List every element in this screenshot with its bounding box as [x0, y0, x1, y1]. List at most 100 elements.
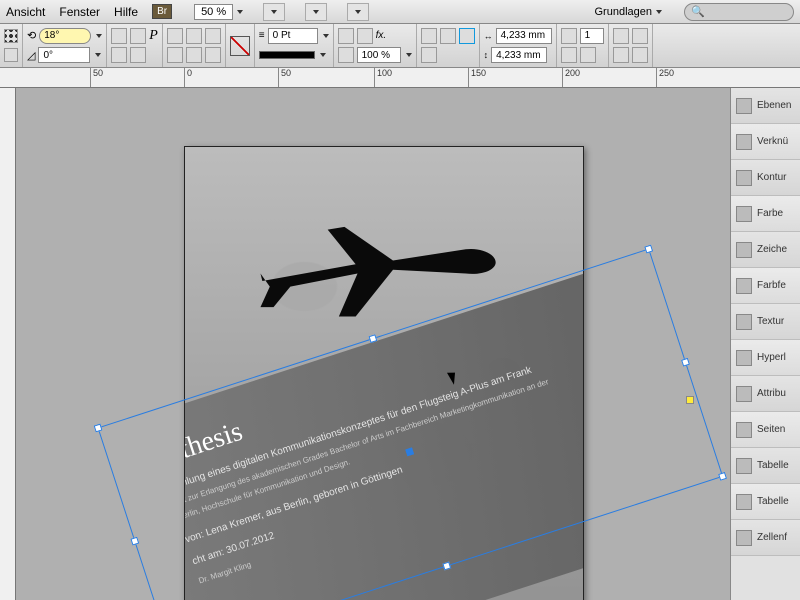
panel-label: Ebenen: [757, 100, 791, 111]
wrap-icon[interactable]: [421, 28, 437, 44]
opacity-group: fx. 100 %: [334, 24, 417, 67]
workspace-switcher[interactable]: Grundlagen: [595, 6, 663, 18]
menubar: Ansicht Fenster Hilfe Br 50 % Grundlagen…: [0, 0, 800, 24]
search-icon: 🔍: [691, 5, 705, 18]
panel-hyperlinks[interactable]: Hyperl: [731, 340, 800, 376]
ruler-tick: 200: [562, 68, 580, 88]
p-icon[interactable]: P: [149, 28, 158, 44]
rotate-cw-icon[interactable]: [111, 28, 127, 44]
panel-textur[interactable]: Textur: [731, 304, 800, 340]
opacity-input[interactable]: 100 %: [357, 47, 401, 63]
shear-input[interactable]: 0°: [38, 47, 90, 63]
stroke-weight-input[interactable]: 0 Pt: [268, 28, 318, 44]
panel-attribute[interactable]: Attribu: [731, 376, 800, 412]
panel-label: Tabelle: [757, 460, 789, 471]
fx-label[interactable]: fx.: [376, 30, 387, 41]
panel-zeichen[interactable]: Zeiche: [731, 232, 800, 268]
selection-handle[interactable]: [718, 472, 727, 481]
zoom-value[interactable]: 50 %: [194, 4, 233, 20]
columns-input[interactable]: 1: [580, 28, 604, 44]
arrange-icon[interactable]: [347, 3, 369, 21]
document-page[interactable]: orthesis pfehlung eines digitalen Kommun…: [184, 146, 584, 600]
cols-icon[interactable]: [561, 47, 577, 63]
vertical-ruler[interactable]: [0, 88, 16, 600]
canvas[interactable]: orthesis pfehlung eines digitalen Kommun…: [16, 88, 730, 600]
zoom-control[interactable]: 50 %: [194, 4, 243, 20]
wrap-icon[interactable]: [421, 47, 437, 63]
rotation-input[interactable]: 18°: [39, 28, 91, 44]
screen-mode-icon[interactable]: [305, 3, 327, 21]
chevron-down-icon[interactable]: [323, 34, 329, 38]
right-panel-dock: Ebenen Verknü Kontur Farbe Zeiche Farbfe…: [730, 88, 800, 600]
panel-farbe[interactable]: Farbe: [731, 196, 800, 232]
chevron-down-icon[interactable]: [406, 53, 412, 57]
menu-view[interactable]: Ansicht: [6, 5, 45, 19]
ref-point-icon[interactable]: [4, 48, 18, 62]
texture-icon: [736, 314, 752, 330]
links-icon: [736, 134, 752, 150]
menu-help[interactable]: Hilfe: [114, 5, 138, 19]
ref-point-icon[interactable]: [4, 29, 18, 43]
crop-icon[interactable]: [459, 28, 475, 44]
panel-zellen[interactable]: Zellenf: [731, 520, 800, 556]
table-icon: [736, 494, 752, 510]
fx-icon[interactable]: [338, 28, 354, 44]
selection-handle[interactable]: [94, 424, 103, 433]
align-icon[interactable]: [205, 47, 221, 63]
bridge-badge[interactable]: Br: [152, 4, 172, 19]
flip-v-icon[interactable]: [130, 47, 146, 63]
ruler-tick: 50: [90, 68, 103, 88]
drop-shadow-icon[interactable]: [357, 28, 373, 44]
panel-tabelle[interactable]: Tabelle: [731, 448, 800, 484]
extra-icon[interactable]: [632, 28, 648, 44]
no-stroke-icon[interactable]: [230, 36, 250, 56]
pages-icon: [736, 422, 752, 438]
hyperlink-icon: [736, 350, 752, 366]
width-input[interactable]: 4,233 mm: [496, 28, 552, 44]
ruler-tick: 0: [184, 68, 192, 88]
selection-handle[interactable]: [130, 537, 139, 546]
panel-label: Zellenf: [757, 532, 787, 543]
table-icon: [736, 458, 752, 474]
chevron-down-icon: [656, 10, 662, 14]
view-mode-icon[interactable]: [263, 3, 285, 21]
panel-verknuepfungen[interactable]: Verknü: [731, 124, 800, 160]
chevron-down-icon[interactable]: [96, 34, 102, 38]
extra-icon[interactable]: [613, 28, 629, 44]
wrap-icon[interactable]: [440, 28, 456, 44]
panel-seiten[interactable]: Seiten: [731, 412, 800, 448]
panel-kontur[interactable]: Kontur: [731, 160, 800, 196]
horizontal-ruler[interactable]: 50 0 50 100 150 200 250: [0, 68, 800, 88]
menu-window[interactable]: Fenster: [59, 5, 100, 19]
align-icon[interactable]: [167, 47, 183, 63]
weight-group: ≡ 0 Pt: [255, 24, 334, 67]
selection-handle[interactable]: [644, 245, 653, 254]
panel-ebenen[interactable]: Ebenen: [731, 88, 800, 124]
align-icon[interactable]: [167, 28, 183, 44]
w-icon: ↔: [484, 31, 493, 41]
chevron-down-icon[interactable]: [320, 53, 326, 57]
chevron-down-icon[interactable]: [237, 10, 243, 14]
panel-label: Seiten: [757, 424, 785, 435]
align-icon[interactable]: [186, 47, 202, 63]
chevron-down-icon[interactable]: [95, 53, 101, 57]
flip-h-icon[interactable]: [111, 47, 127, 63]
cols-icon[interactable]: [561, 28, 577, 44]
panel-label: Farbfe: [757, 280, 786, 291]
search-input[interactable]: 🔍: [684, 3, 794, 21]
extras-group: [609, 24, 653, 67]
cols-icon[interactable]: [580, 47, 596, 63]
selection-handle[interactable]: [681, 358, 690, 367]
extra-icon[interactable]: [613, 47, 629, 63]
stroke-style-swatch[interactable]: [259, 51, 315, 59]
ruler-tick: 250: [656, 68, 674, 88]
rotation-handle[interactable]: [686, 396, 694, 404]
height-input[interactable]: 4,233 mm: [491, 47, 547, 63]
ruler-tick: 50: [278, 68, 291, 88]
panel-tabelle-2[interactable]: Tabelle: [731, 484, 800, 520]
panel-farbfelder[interactable]: Farbfe: [731, 268, 800, 304]
rotate-ccw-icon[interactable]: [130, 28, 146, 44]
align-icon[interactable]: [205, 28, 221, 44]
align-icon[interactable]: [186, 28, 202, 44]
extra-icon[interactable]: [632, 47, 648, 63]
